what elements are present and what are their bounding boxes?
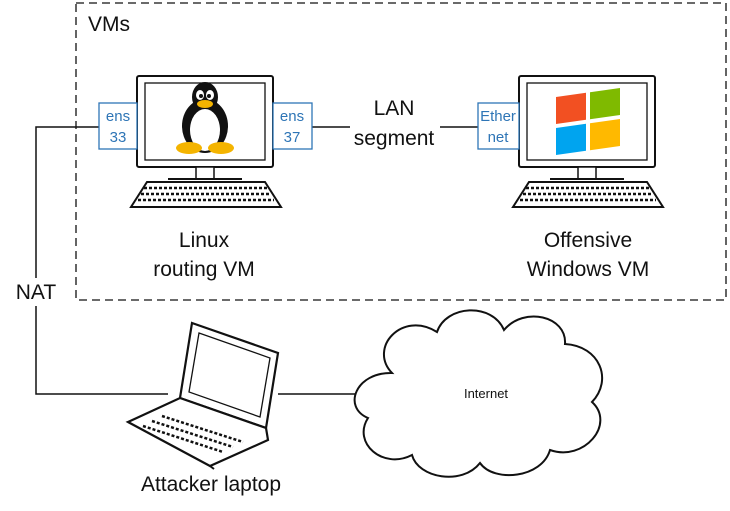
attacker-laptop-label: Attacker laptop — [141, 473, 281, 496]
interface-ens37-line2: 37 — [284, 129, 301, 146]
keyboard-icon — [129, 181, 283, 208]
lan-segment-label-line2: segment — [354, 127, 435, 150]
windows-vm-label-line1: Offensive — [544, 229, 632, 252]
interface-ens37-line1: ens — [280, 108, 304, 125]
interface-ens33: ens 33 — [98, 102, 138, 150]
nat-label: NAT — [16, 281, 57, 304]
interface-ens33-line2: 33 — [110, 129, 127, 146]
internet-label: Internet — [464, 386, 508, 401]
windows-vm-label-line2: Windows VM — [527, 258, 650, 281]
internet-cloud: Internet — [353, 309, 603, 478]
monitor-icon — [518, 75, 656, 180]
attacker-laptop[interactable]: Attacker laptop — [125, 321, 281, 496]
linux-vm-label-line2: routing VM — [153, 258, 255, 281]
linux-vm[interactable]: Linux routing VM — [129, 75, 283, 281]
laptop-icon — [125, 321, 280, 470]
interface-ens37: ens 37 — [272, 102, 313, 150]
interface-ethernet-line1: Ether — [480, 108, 516, 125]
interface-ens33-line1: ens — [106, 108, 130, 125]
keyboard-icon — [511, 181, 665, 208]
interface-ethernet-line2: net — [488, 129, 510, 146]
lan-segment-label-line1: LAN — [374, 97, 415, 120]
network-diagram: VMs Linux routing VM ens 33 ens 37 LAN s… — [12, 2, 727, 496]
vm-group-label: VMs — [88, 13, 130, 36]
linux-vm-label-line1: Linux — [179, 229, 230, 252]
windows-vm[interactable]: Offensive Windows VM — [511, 75, 665, 281]
interface-ethernet: Ether net — [477, 102, 520, 150]
